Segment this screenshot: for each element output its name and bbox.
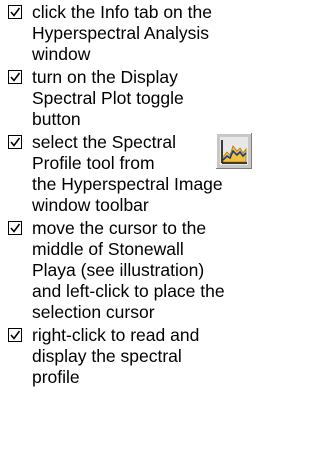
checklist-text: click the Info tab on the [32,2,212,22]
checklist-text: Hyperspectral Analysis [32,23,210,43]
checklist-text: display the spectral [32,346,182,366]
checklist-text: turn on the Display [32,67,178,87]
checklist-text: the Hyperspectral Image [32,174,223,194]
checkbox-checked-icon [8,221,22,235]
checklist-text: window toolbar [32,195,149,215]
checklist-text: right-click to read and [32,325,200,345]
checkbox-checked-icon [8,70,22,84]
checkbox-checked-icon [8,135,22,149]
checklist-text: Playa (see illustration) [32,260,205,280]
checklist-text: profile [32,367,80,387]
checklist-text: move the cursor to the [32,218,207,238]
checklist-text: middle of Stonewall [32,239,184,259]
checkbox-checked-icon [8,5,22,19]
checklist-text: Spectral Plot toggle [32,88,184,108]
checklist-item-info-tab: click the Info tab on the Hyperspectral … [8,2,282,65]
checkbox-checked-icon [8,328,22,342]
checklist-item-display-spectral-plot: turn on the Display Spectral Plot toggle… [8,67,282,130]
checklist-text: button [32,109,81,129]
checklist-item-spectral-profile-tool: select the Spectral Profile tool from th… [8,132,282,216]
checklist-text: window [32,44,91,64]
instruction-checklist: click the Info tab on the Hyperspectral … [8,2,282,388]
checklist-item-read-profile: right-click to read and display the spec… [8,325,282,388]
checklist-item-place-cursor: move the cursor to the middle of Stonewa… [8,218,282,323]
checklist-text: selection cursor [32,302,155,322]
spectral-profile-tool-icon[interactable] [216,133,252,169]
checklist-text: and left-click to place the [32,281,225,301]
